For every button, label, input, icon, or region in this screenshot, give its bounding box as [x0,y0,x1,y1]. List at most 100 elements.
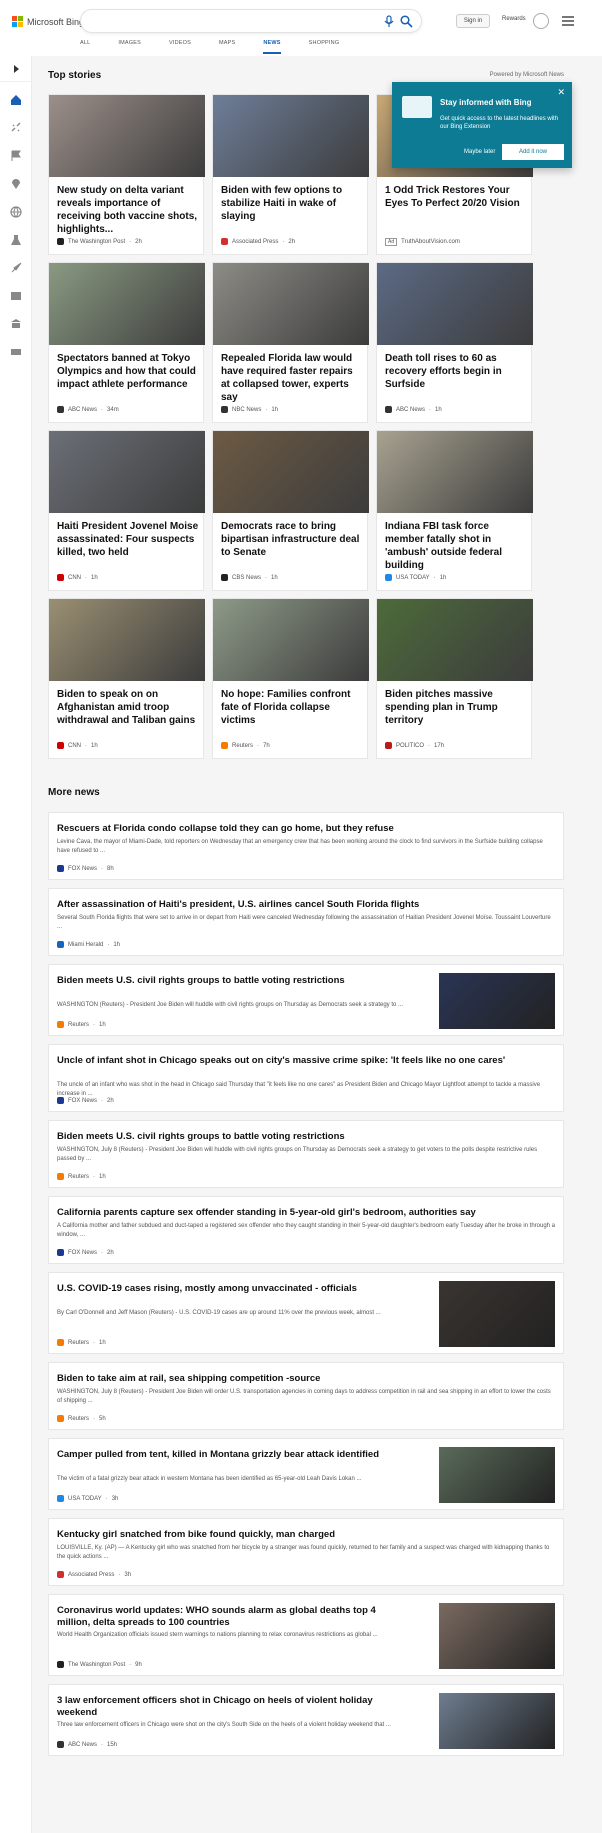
news-source[interactable]: ABC News · 15h [57,1741,117,1748]
news-title[interactable]: Kentucky girl snatched from bike found q… [57,1529,557,1541]
news-title[interactable]: 3 law enforcement officers shot in Chica… [57,1695,409,1719]
menu-icon[interactable] [562,16,574,26]
story-source[interactable]: Reuters · 7h [221,742,270,749]
add-it-now-button[interactable]: Add it now [502,144,564,160]
news-source[interactable]: Reuters · 1h [57,1173,106,1180]
news-title[interactable]: Rescuers at Florida condo collapse told … [57,823,557,835]
story-card[interactable]: Biden to speak on on Afghanistan amid tr… [48,598,205,759]
tab-news[interactable]: NEWS [263,40,281,54]
story-source[interactable]: POLITICO · 17h [385,742,444,749]
home-icon[interactable] [10,94,22,106]
news-source[interactable]: The Washington Post · 9h [57,1661,142,1668]
story-card[interactable]: Haiti President Jovenel Moise assassinat… [48,430,205,591]
story-source[interactable]: ABC News · 34m [57,406,119,413]
news-item[interactable]: Biden meets U.S. civil rights groups to … [48,964,564,1036]
story-source[interactable]: The Washington Post · 2h [57,238,142,245]
story-card[interactable]: Biden pitches massive spending plan in T… [376,598,533,759]
story-title[interactable]: Repealed Florida law would have required… [221,352,363,404]
news-item[interactable]: Kentucky girl snatched from bike found q… [48,1518,564,1586]
news-source[interactable]: FOX News · 8h [57,865,114,872]
story-image[interactable] [213,95,369,177]
news-thumbnail[interactable] [439,1693,555,1749]
story-source[interactable]: USA TODAY · 1h [385,574,446,581]
tab-all[interactable]: ALL [80,40,90,49]
story-title[interactable]: 1 Odd Trick Restores Your Eyes To Perfec… [385,184,527,210]
news-item[interactable]: U.S. COVID-19 cases rising, mostly among… [48,1272,564,1354]
flag-icon[interactable] [10,150,22,162]
story-image[interactable] [213,431,369,513]
news-item[interactable]: 3 law enforcement officers shot in Chica… [48,1684,564,1756]
tab-videos[interactable]: VIDEOS [169,40,191,49]
news-title[interactable]: Uncle of infant shot in Chicago speaks o… [57,1055,557,1067]
story-card[interactable]: Spectators banned at Tokyo Olympics and … [48,262,205,423]
news-thumbnail[interactable] [439,1281,555,1347]
news-source[interactable]: FOX News · 2h [57,1249,114,1256]
story-image[interactable] [49,431,205,513]
news-source[interactable]: Reuters · 5h [57,1415,106,1422]
story-title[interactable]: Haiti President Jovenel Moise assassinat… [57,520,199,559]
news-source[interactable]: USA TODAY · 3h [57,1495,118,1502]
news-thumbnail[interactable] [439,1447,555,1503]
story-card[interactable]: Biden with few options to stabilize Hait… [212,94,369,255]
microphone-icon[interactable] [383,15,395,28]
chevron-right-icon[interactable] [10,63,22,75]
story-card[interactable]: No hope: Families confront fate of Flori… [212,598,369,759]
location-icon[interactable] [10,178,22,190]
news-source[interactable]: Associated Press · 3h [57,1571,131,1578]
story-title[interactable]: Biden pitches massive spending plan in T… [385,688,527,727]
story-image[interactable] [49,599,205,681]
news-item[interactable]: Uncle of infant shot in Chicago speaks o… [48,1044,564,1112]
news-item[interactable]: California parents capture sex offender … [48,1196,564,1264]
news-item[interactable]: Rescuers at Florida condo collapse told … [48,812,564,880]
politics-icon[interactable] [10,318,22,330]
story-source[interactable]: CNN · 1h [57,574,98,581]
tab-maps[interactable]: MAPS [219,40,235,49]
news-title[interactable]: Biden meets U.S. civil rights groups to … [57,975,409,987]
news-source[interactable]: FOX News · 2h [57,1097,114,1104]
powered-by[interactable]: Powered by Microsoft News [490,72,564,78]
story-image[interactable] [213,263,369,345]
sidebar-expand[interactable] [0,56,32,82]
news-item[interactable]: After assassination of Haiti's president… [48,888,564,956]
story-title[interactable]: No hope: Families confront fate of Flori… [221,688,363,727]
news-source[interactable]: Reuters · 1h [57,1339,106,1346]
story-card[interactable]: Democrats race to bring bipartisan infra… [212,430,369,591]
story-card[interactable]: Repealed Florida law would have required… [212,262,369,423]
news-title[interactable]: U.S. COVID-19 cases rising, mostly among… [57,1283,409,1295]
story-source[interactable]: Associated Press · 2h [221,238,295,245]
story-title[interactable]: Biden with few options to stabilize Hait… [221,184,363,223]
news-title[interactable]: After assassination of Haiti's president… [57,899,557,911]
news-item[interactable]: Biden to take aim at rail, sea shipping … [48,1362,564,1430]
rocket-icon[interactable] [10,262,22,274]
story-card[interactable]: Indiana FBI task force member fatally sh… [376,430,533,591]
story-title[interactable]: Democrats race to bring bipartisan infra… [221,520,363,559]
money-icon[interactable] [10,346,22,358]
story-card[interactable]: Death toll rises to 60 as recovery effor… [376,262,533,423]
story-image[interactable] [49,95,205,177]
news-title[interactable]: Camper pulled from tent, killed in Monta… [57,1449,409,1461]
story-source[interactable]: CBS News · 1h [221,574,278,581]
story-image[interactable] [213,599,369,681]
search-input[interactable] [80,9,422,33]
news-title[interactable]: Biden to take aim at rail, sea shipping … [57,1373,557,1385]
story-source[interactable]: NBC News · 1h [221,406,278,413]
close-icon[interactable]: ✕ [557,87,565,98]
story-source[interactable]: ABC News · 1h [385,406,442,413]
story-image[interactable] [49,263,205,345]
story-source[interactable]: CNN · 1h [57,742,98,749]
story-title[interactable]: Indiana FBI task force member fatally sh… [385,520,527,572]
tab-images[interactable]: IMAGES [118,40,141,49]
rewards-link[interactable]: Rewards [502,16,526,22]
story-image[interactable] [377,431,533,513]
globe-icon[interactable] [10,206,22,218]
news-title[interactable]: California parents capture sex offender … [57,1207,557,1219]
news-thumbnail[interactable] [439,1603,555,1669]
science-icon[interactable] [10,234,22,246]
news-source[interactable]: Reuters · 1h [57,1021,106,1028]
story-image[interactable] [377,263,533,345]
search-icon[interactable] [400,15,413,28]
entertainment-icon[interactable] [10,290,22,302]
story-image[interactable] [377,599,533,681]
sign-in-button[interactable]: Sign in [456,14,490,28]
story-source[interactable]: Ad TruthAboutVision.com [385,238,460,246]
